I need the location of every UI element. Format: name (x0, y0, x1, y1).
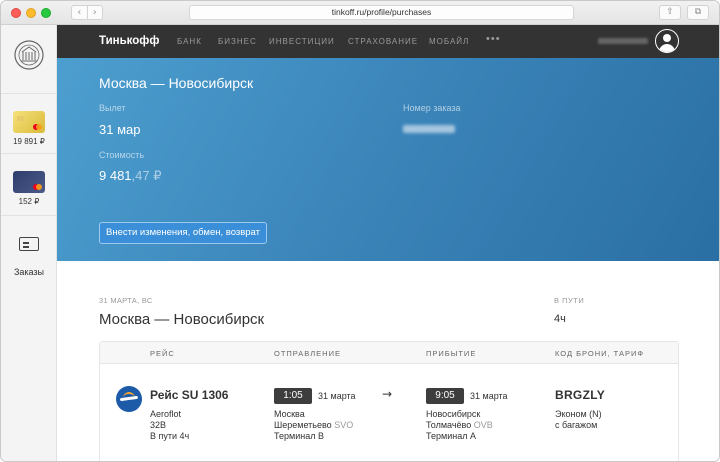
flight-number[interactable]: Рейс SU 1306 (150, 388, 228, 402)
sidebar-item-orders[interactable]: Заказы (1, 267, 57, 277)
segment-date: 31 МАРТА, ВС (99, 296, 153, 305)
arrival-time: 9:05 (426, 388, 464, 404)
arrival-airport-code: OVB (473, 420, 493, 430)
aircraft-type: 32B (150, 420, 167, 430)
card-chip-icon (17, 116, 24, 121)
airline-name: Aeroflot (150, 409, 182, 419)
mastercard-icon (33, 124, 42, 130)
cost-value: 9 481,47 ₽ (99, 168, 162, 184)
flight-table: РЕЙС ОТПРАВЛЕНИЕ ПРИБЫТИЕ КОД БРОНИ, ТАР… (99, 341, 679, 461)
more-menu-icon[interactable]: ••• (486, 33, 501, 45)
header-departure: ОТПРАВЛЕНИЕ (274, 349, 341, 358)
back-icon[interactable]: ‹ (72, 6, 88, 19)
browser-window: ‹ › tinkoff.ru/profile/purchases ⇧ ⧉ 19 … (0, 0, 720, 462)
mastercard-icon (33, 184, 42, 190)
departure-label: Вылет (99, 103, 126, 113)
arrival-airport-name: Толмачёво (426, 420, 472, 430)
departure-terminal: Терминал B (274, 431, 324, 441)
arrival-date: 31 марта (470, 391, 508, 401)
segment-route: Москва — Новосибирск (99, 311, 265, 328)
forward-icon[interactable]: › (88, 6, 103, 19)
nav-link-business[interactable]: БИЗНЕС (218, 37, 257, 46)
sidebar-divider (1, 93, 57, 94)
transit-value: 4ч (554, 313, 566, 325)
card-gold-icon[interactable] (13, 111, 45, 133)
departure-city: Москва (274, 409, 305, 419)
nav-link-insurance[interactable]: СТРАХОВАНИЕ (348, 37, 418, 46)
nav-link-investments[interactable]: ИНВЕСТИЦИИ (269, 37, 335, 46)
arrival-airport: Толмачёво OVB (426, 420, 493, 431)
nav-link-mobile[interactable]: МОБАЙЛ (429, 37, 469, 46)
sidebar-divider (1, 215, 57, 216)
card-balance: 152 ₽ (18, 197, 40, 206)
brand-logo[interactable]: Тинькофф (99, 35, 159, 47)
arrival-city: Новосибирск (426, 409, 481, 419)
cost-kopecks: ,47 ₽ (131, 168, 162, 183)
departure-airport: Шереметьево SVO (274, 420, 353, 431)
page-title: Москва — Новосибирск (99, 75, 254, 91)
flight-table-header: РЕЙС ОТПРАВЛЕНИЕ ПРИБЫТИЕ КОД БРОНИ, ТАР… (100, 342, 678, 364)
booking-code: BRGZLY (555, 388, 606, 402)
tabs-icon[interactable]: ⧉ (687, 5, 709, 20)
card-dark-icon[interactable] (13, 171, 45, 193)
arrow-right-icon: → (382, 387, 393, 401)
order-summary-banner: Москва — Новосибирск Вылет 31 мар Номер … (57, 58, 719, 261)
sidebar-divider (1, 153, 57, 154)
bank-emblem-icon[interactable] (13, 39, 45, 71)
change-exchange-refund-button[interactable]: Внести изменения, обмен, возврат (99, 222, 267, 244)
aeroflot-logo-icon (116, 386, 142, 412)
user-name-redacted[interactable] (598, 38, 648, 44)
baggage-info: с багажом (555, 420, 598, 430)
order-number-label: Номер заказа (403, 103, 461, 113)
nav-link-bank[interactable]: БАНК (177, 37, 202, 46)
sidebar: 19 891 ₽ 152 ₽ Заказы (1, 25, 57, 461)
history-nav: ‹ › (71, 5, 103, 20)
card-balance: 19 891 ₽ (13, 137, 45, 146)
minimize-window-button[interactable] (26, 8, 36, 18)
title-bar: ‹ › tinkoff.ru/profile/purchases ⇧ ⧉ (1, 1, 719, 25)
avatar-icon[interactable] (655, 29, 679, 53)
header-booking: КОД БРОНИ, ТАРИФ (555, 349, 645, 358)
departure-date: 31 марта (318, 391, 356, 401)
departure-airport-name: Шереметьево (274, 420, 332, 430)
share-icon[interactable]: ⇧ (659, 5, 681, 20)
top-navigation: Тинькофф БАНК БИЗНЕС ИНВЕСТИЦИИ СТРАХОВА… (57, 25, 719, 58)
orders-icon[interactable] (19, 237, 39, 251)
close-window-button[interactable] (11, 8, 21, 18)
zoom-window-button[interactable] (41, 8, 51, 18)
cost-label: Стоимость (99, 150, 145, 160)
address-bar[interactable]: tinkoff.ru/profile/purchases (189, 5, 574, 20)
transit-label: В ПУТИ (554, 296, 585, 305)
cost-rubles: 9 481 (99, 168, 132, 183)
departure-time: 1:05 (274, 388, 312, 404)
departure-value: 31 мар (99, 122, 141, 137)
fare-class: Эконом (N) (555, 409, 602, 419)
flight-duration: В пути 4ч (150, 431, 190, 441)
arrival-terminal: Терминал A (426, 431, 476, 441)
departure-airport-code: SVO (334, 420, 354, 430)
itinerary-section: 31 МАРТА, ВС Москва — Новосибирск В ПУТИ… (57, 261, 719, 461)
order-number-redacted (403, 125, 455, 133)
header-flight: РЕЙС (150, 349, 175, 358)
header-arrival: ПРИБЫТИЕ (426, 349, 477, 358)
